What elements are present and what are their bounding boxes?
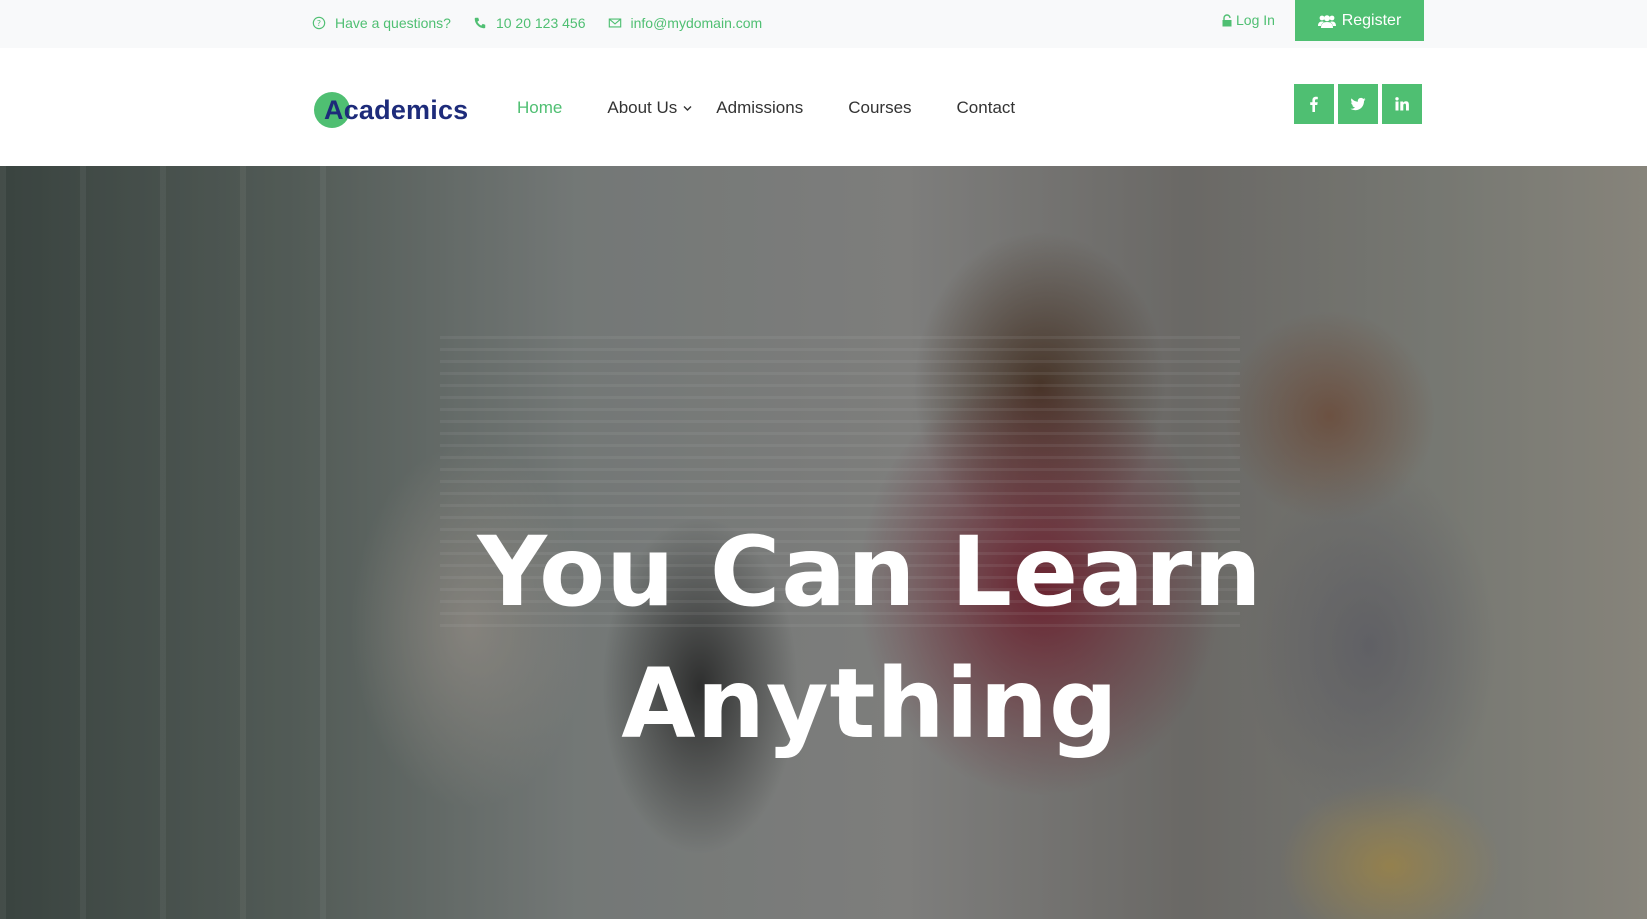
register-label: Register [1341, 11, 1402, 29]
hero-section: You Can Learn Anything [0, 166, 1647, 919]
top-bar: ? Have a questions? 10 20 123 456 info@m… [0, 0, 1647, 48]
hero-heading: You Can Learn Anything [0, 506, 1647, 770]
login-label: Log In [1236, 12, 1275, 28]
phone-item[interactable]: 10 20 123 456 [473, 15, 586, 31]
hero-heading-line-2: Anything [621, 648, 1119, 760]
main-menu: Home About Us Admissions Courses Contact [517, 96, 1015, 120]
contact-info: ? Have a questions? 10 20 123 456 info@m… [312, 0, 762, 46]
site-logo[interactable]: Academics [312, 90, 468, 130]
svg-text:?: ? [317, 19, 321, 28]
facebook-button[interactable] [1294, 84, 1334, 124]
nav-item-home-label: Home [517, 98, 563, 117]
lock-icon [1222, 13, 1232, 26]
twitter-icon [1350, 97, 1366, 111]
login-link[interactable]: Log In [1222, 10, 1275, 30]
nav-item-contact[interactable]: Contact [957, 98, 1016, 118]
nav-item-about-us[interactable]: About Us [607, 98, 692, 118]
chevron-down-icon [683, 105, 692, 111]
nav-item-admissions-label: Admissions [716, 98, 804, 117]
email-item[interactable]: info@mydomain.com [608, 15, 763, 31]
nav-item-courses-label: Courses [848, 98, 912, 117]
nav-item-admissions[interactable]: Admissions [716, 98, 803, 118]
email-text: info@mydomain.com [630, 15, 763, 31]
phone-text: 10 20 123 456 [495, 15, 586, 31]
social-links [1294, 84, 1422, 124]
main-navbar: Academics Home About Us Admissions Cours… [0, 48, 1647, 166]
phone-icon [473, 16, 487, 30]
logo-text: Academics [324, 94, 469, 125]
nav-item-courses[interactable]: Courses [848, 98, 911, 118]
twitter-button[interactable] [1338, 84, 1378, 124]
nav-item-home[interactable]: Home [517, 98, 562, 118]
register-button[interactable]: Register [1295, 0, 1424, 41]
users-icon [1317, 14, 1336, 28]
question-item: ? Have a questions? [312, 15, 451, 31]
nav-item-contact-label: Contact [956, 98, 1016, 117]
question-circle-icon: ? [312, 16, 326, 30]
linkedin-icon [1395, 97, 1409, 111]
facebook-icon [1310, 96, 1318, 112]
envelope-icon [608, 16, 622, 30]
linkedin-button[interactable] [1382, 84, 1422, 124]
nav-item-about-us-label: About Us [607, 98, 678, 117]
hero-heading-line-1: You Can Learn [477, 516, 1263, 628]
question-text: Have a questions? [335, 15, 451, 31]
